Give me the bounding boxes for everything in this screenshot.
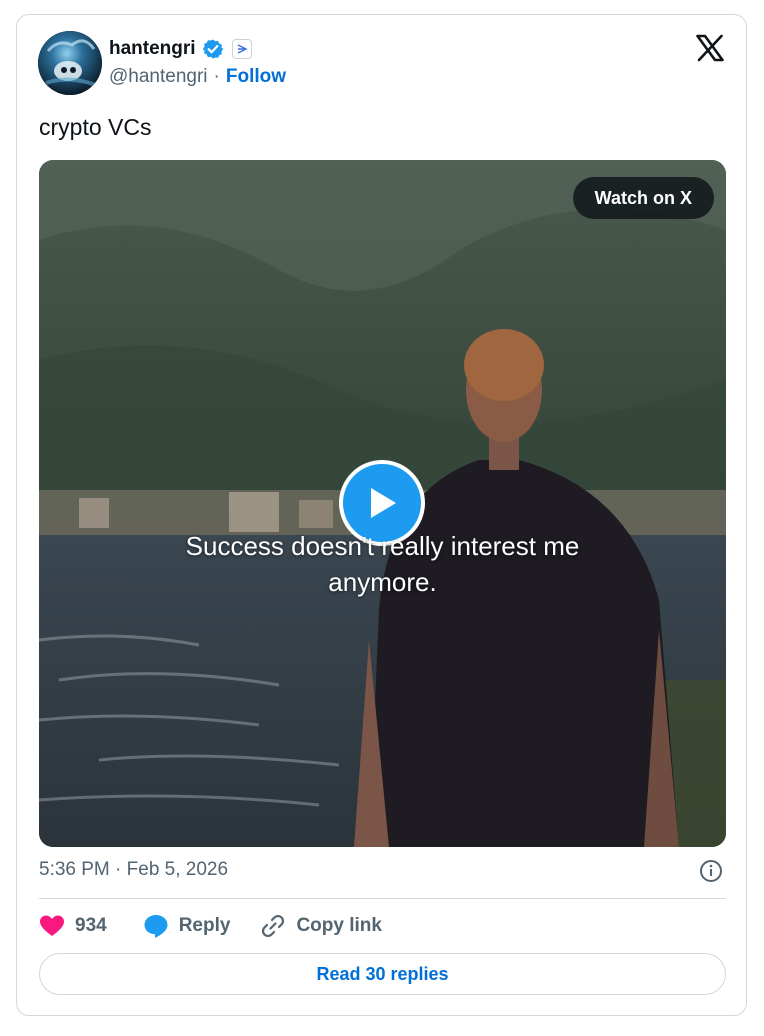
watch-on-x-button[interactable]: Watch on X — [572, 177, 714, 219]
author-name-row: hantengri — [109, 36, 252, 62]
reply-button[interactable]: Reply — [143, 913, 231, 939]
separator-dot: · — [213, 66, 220, 87]
link-icon — [262, 914, 285, 938]
copy-link-button[interactable]: Copy link — [260, 913, 382, 939]
read-replies-button[interactable]: Read 30 replies — [39, 953, 726, 995]
video-caption: Success doesn't really interest me anymo… — [39, 528, 726, 600]
like-button[interactable]: 934 — [39, 914, 107, 938]
action-bar: 934 Reply Copy link — [39, 908, 382, 944]
author-handle-row: @hantengri · Follow — [109, 66, 286, 88]
copy-link-label: Copy link — [296, 915, 382, 936]
follow-button[interactable]: Follow — [226, 66, 286, 88]
video-player[interactable]: Watch on X Success doesn't really intere… — [39, 160, 726, 847]
affiliate-badge-icon[interactable] — [231, 39, 252, 59]
caption-line-1: Success doesn't really interest me — [185, 531, 580, 561]
x-logo-icon[interactable] — [695, 33, 725, 63]
heart-icon — [40, 915, 64, 936]
reply-label: Reply — [178, 915, 231, 936]
avatar[interactable] — [38, 31, 102, 95]
reply-bubble-icon — [144, 915, 168, 938]
like-count: 934 — [75, 915, 107, 936]
author-handle[interactable]: @hantengri — [109, 66, 208, 88]
tweet-timestamp[interactable]: 5:36 PM · Feb 5, 2026 — [39, 859, 228, 881]
author-display-name[interactable]: hantengri — [109, 38, 196, 60]
verified-badge-icon — [202, 39, 223, 59]
divider — [39, 898, 726, 899]
info-icon[interactable] — [699, 859, 723, 883]
caption-line-2: anymore. — [328, 567, 437, 597]
tweet-text: crypto VCs — [39, 114, 152, 140]
play-icon — [371, 488, 396, 518]
